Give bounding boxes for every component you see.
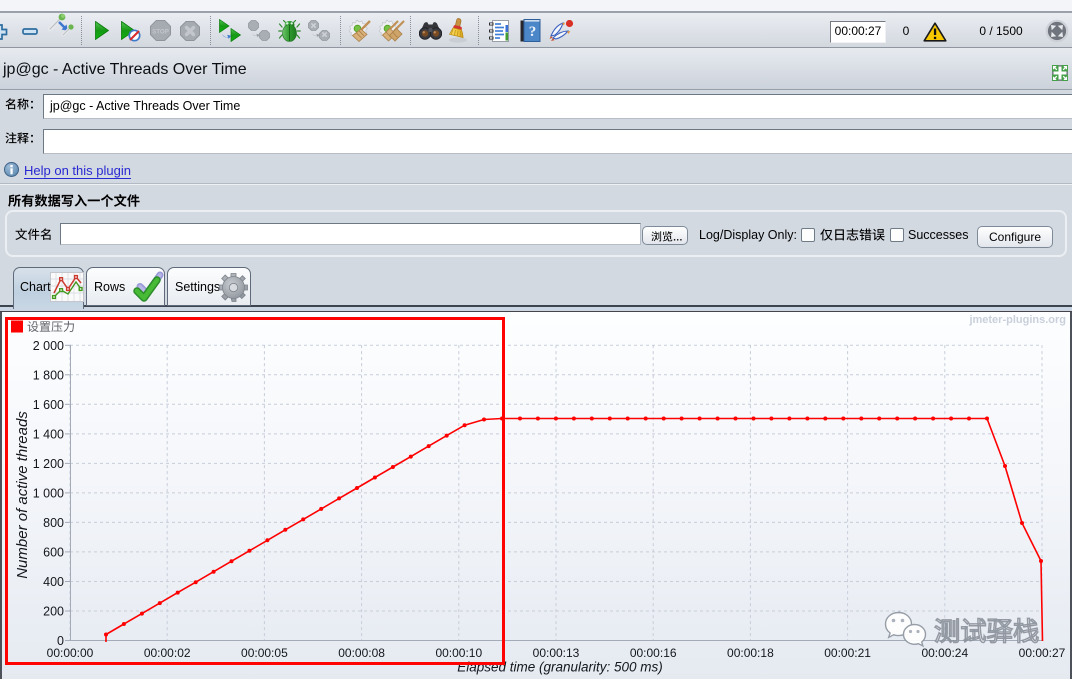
svg-text:Elapsed time (granularity: 500: Elapsed time (granularity: 500 ms): [457, 660, 663, 675]
svg-text:00:00:02: 00:00:02: [144, 646, 191, 660]
svg-text:600: 600: [43, 545, 64, 559]
svg-text:200: 200: [43, 605, 64, 619]
svg-text:00:00:00: 00:00:00: [47, 646, 94, 660]
svg-text:800: 800: [43, 516, 64, 530]
svg-text:00:00:27: 00:00:27: [1019, 646, 1066, 660]
svg-text:00:00:10: 00:00:10: [435, 646, 482, 660]
svg-text:00:00:18: 00:00:18: [727, 646, 774, 660]
svg-text:00:00:24: 00:00:24: [921, 646, 968, 660]
svg-text:1 400: 1 400: [33, 427, 64, 441]
svg-text:00:00:16: 00:00:16: [630, 646, 677, 660]
svg-text:2 000: 2 000: [33, 339, 64, 353]
svg-text:Number of active threads: Number of active threads: [14, 411, 31, 579]
svg-text:400: 400: [43, 575, 64, 589]
svg-text:1 600: 1 600: [33, 398, 64, 412]
svg-text:STOP: STOP: [152, 28, 169, 35]
svg-text:1 000: 1 000: [33, 486, 64, 500]
svg-text:1 800: 1 800: [33, 368, 64, 382]
svg-text:00:00:21: 00:00:21: [824, 646, 871, 660]
svg-text:jmeter-plugins.org: jmeter-plugins.org: [968, 314, 1066, 326]
svg-text:00:00:13: 00:00:13: [533, 646, 580, 660]
svg-text:?: ?: [529, 24, 537, 40]
svg-text:1 200: 1 200: [33, 457, 64, 471]
svg-text:00:00:05: 00:00:05: [241, 646, 288, 660]
svg-text:00:00:08: 00:00:08: [338, 646, 385, 660]
